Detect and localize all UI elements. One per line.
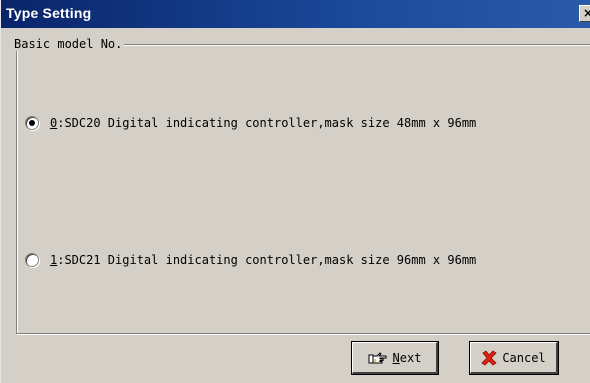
red-x-icon (481, 349, 497, 366)
option-sdc21-label: 1:SDC21 Digital indicating controller,ma… (50, 253, 476, 267)
option-sdc20-text: :SDC20 Digital indicating controller,mas… (57, 116, 477, 130)
next-accel: N (392, 350, 400, 365)
close-icon: × (582, 6, 590, 20)
group-label: Basic model No. (12, 37, 125, 51)
option-sdc21-text: :SDC21 Digital indicating controller,mas… (57, 253, 477, 267)
next-button-label: Next (393, 351, 422, 365)
cancel-button-label: Cancel (502, 350, 546, 365)
radio-sdc21[interactable] (25, 253, 39, 267)
pointing-hand-icon (368, 351, 388, 365)
next-button[interactable]: Next (351, 341, 439, 375)
cancel-button[interactable]: Cancel (469, 341, 559, 375)
basic-model-groupbox (16, 44, 590, 334)
radio-sdc20[interactable] (25, 116, 39, 130)
option-sdc20[interactable]: 0:SDC20 Digital indicating controller,ma… (25, 114, 476, 132)
type-setting-dialog: Type Setting × Basic model No. 0:SDC20 D… (0, 0, 590, 383)
title-bar[interactable]: Type Setting × (1, 0, 590, 28)
option-sdc20-label: 0:SDC20 Digital indicating controller,ma… (50, 116, 476, 130)
next-rest: ext (399, 350, 422, 365)
close-button[interactable]: × (579, 5, 590, 22)
window-title: Type Setting (6, 5, 92, 21)
option-sdc21[interactable]: 1:SDC21 Digital indicating controller,ma… (25, 251, 476, 269)
